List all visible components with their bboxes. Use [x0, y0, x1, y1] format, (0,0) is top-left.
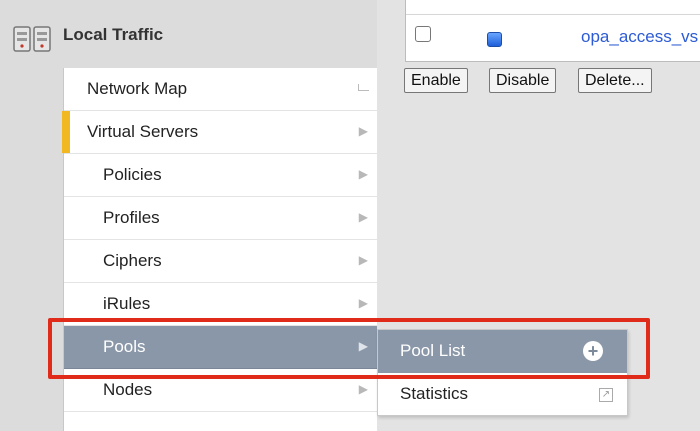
chevron-right-icon: ▶	[358, 296, 368, 310]
delete-button[interactable]: Delete...	[578, 68, 652, 93]
menu-item-profiles[interactable]: Profiles ▶	[64, 197, 378, 240]
table-divider	[406, 14, 700, 15]
menu-item-label: Network Map	[87, 79, 188, 98]
menu-item-policies[interactable]: Policies ▶	[64, 154, 378, 197]
virtual-servers-table: opa_access_vs	[405, 0, 700, 62]
menu-item-network-map[interactable]: Network Map	[64, 68, 378, 111]
section-title: Local Traffic	[63, 25, 164, 44]
enable-button[interactable]: Enable	[404, 68, 468, 93]
menu-item-label: Virtual Servers	[87, 122, 199, 141]
menu-item-ciphers[interactable]: Ciphers ▶	[64, 240, 378, 283]
chevron-right-icon: ▶	[358, 124, 368, 138]
disable-button[interactable]: Disable	[489, 68, 557, 93]
chevron-right-icon: ▶	[358, 253, 368, 267]
local-traffic-icon	[13, 26, 51, 52]
popout-icon: ↗	[599, 388, 613, 402]
menu-item-label: Policies	[103, 165, 162, 184]
chevron-right-icon: ▶	[358, 210, 368, 224]
row-select-checkbox[interactable]	[415, 26, 431, 42]
menu-item-label: Nodes	[103, 380, 153, 399]
status-available-icon	[487, 32, 502, 47]
virtual-server-link[interactable]: opa_access_vs	[581, 27, 698, 47]
menu-item-label: iRules	[103, 294, 151, 313]
menu-item-virtual-servers[interactable]: Virtual Servers ▶	[62, 111, 378, 154]
external-icon	[358, 84, 369, 91]
local-traffic-header[interactable]: Local Traffic	[0, 0, 377, 68]
submenu-item-label: Statistics	[400, 384, 469, 403]
menu-item-label: Profiles	[103, 208, 160, 227]
chevron-right-icon: ▶	[358, 382, 368, 396]
chevron-right-icon: ▶	[358, 167, 368, 181]
menu-item-label: Ciphers	[103, 251, 162, 270]
active-indicator	[62, 111, 70, 153]
submenu-item-statistics[interactable]: Statistics ↗	[378, 373, 627, 416]
annotation-highlight	[48, 318, 650, 379]
